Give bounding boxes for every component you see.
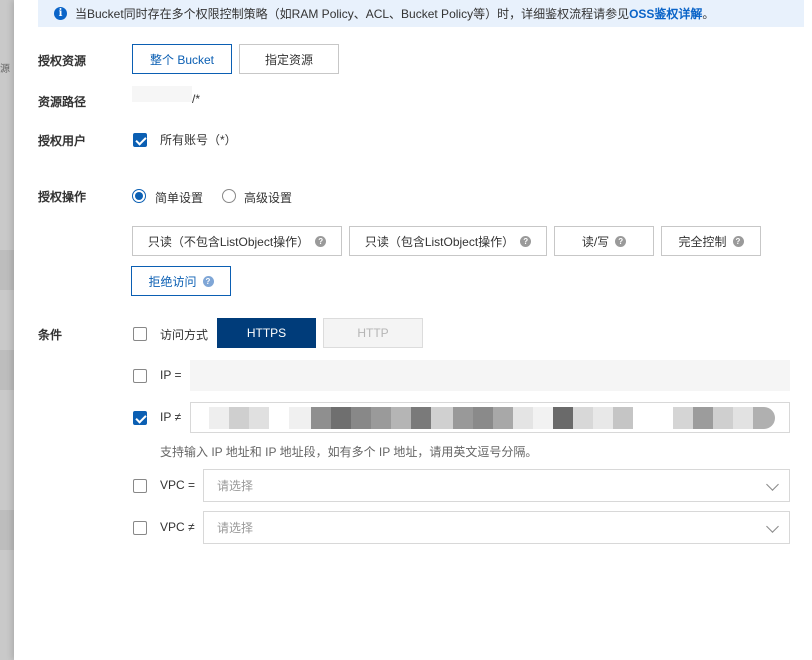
question-icon[interactable]: ? [202,275,214,287]
vpc-eq-label: VPC = [160,478,196,492]
pixelated-ip-value [289,407,311,429]
action-label: 拒绝访问 [148,274,197,289]
pixelated-ip-value [431,407,453,429]
pixelated-ip-value [513,407,533,429]
action-label: 完全控制 [678,234,727,249]
pixelated-ip-value [371,407,391,429]
pixelated-ip-value [693,407,713,429]
question-icon[interactable]: ? [732,235,744,247]
access-method-label: 访问方式 [160,328,209,342]
notice-text: 当Bucket同时存在多个权限控制策略（如RAM Policy、ACL、Buck… [75,7,630,21]
vpc-neq-placeholder: 请选择 [217,521,254,535]
pixelated-ip-value [673,407,693,429]
notice-banner: i 当Bucket同时存在多个权限控制策略（如RAM Policy、ACL、Bu… [38,0,804,27]
oss-auth-link[interactable]: OSS鉴权详解 [629,5,702,22]
action-read-write-button[interactable]: 读/写 ? [554,226,654,256]
pixelated-ip-value [473,407,493,429]
pixelated-ip-value [573,407,593,429]
resource-whole-bucket-button[interactable]: 整个 Bucket [132,44,232,74]
vpc-neq-select[interactable]: 请选择 [203,511,790,544]
pixelated-ip-value [331,407,351,429]
background-text: 源 [0,64,10,75]
background-band [0,510,14,550]
pixelated-ip-value [733,407,753,429]
vpc-eq-select[interactable]: 请选择 [203,469,790,502]
ip-neq-input[interactable] [190,402,790,433]
ip-hint-text: 支持输入 IP 地址和 IP 地址段，如有多个 IP 地址，请用英文逗号分隔。 [160,445,538,459]
advanced-mode-label: 高级设置 [244,191,293,205]
masked-bucket-name [132,86,192,102]
action-full-control-button[interactable]: 完全控制 ? [661,226,761,256]
bucket-policy-panel: i 当Bucket同时存在多个权限控制策略（如RAM Policy、ACL、Bu… [14,0,812,660]
question-icon[interactable]: ? [615,235,627,247]
conditions-label: 条件 [38,328,63,342]
action-label: 只读（不包含ListObject操作） [147,234,310,249]
pixelated-ip-value [493,407,513,429]
action-label: 读/写 [581,234,610,249]
background-page-strip: 源 [0,0,14,660]
pixelated-ip-value [249,407,269,429]
pixelated-ip-value [311,407,331,429]
pixelated-ip-value [229,407,249,429]
action-readonly-no-list-button[interactable]: 只读（不包含ListObject操作） ? [132,226,342,256]
operation-label: 授权操作 [38,190,87,204]
question-icon[interactable]: ? [520,235,532,247]
pixelated-ip-value [351,407,371,429]
simple-mode-radio[interactable] [132,189,146,203]
action-deny-button[interactable]: 拒绝访问 ? [131,266,231,296]
resource-path-label: 资源路径 [38,95,87,109]
access-method-checkbox[interactable] [133,327,147,341]
question-icon[interactable]: ? [315,235,327,247]
vpc-eq-placeholder: 请选择 [217,479,254,493]
background-band [0,350,14,390]
pixelated-ip-value [593,407,613,429]
advanced-mode-radio[interactable] [222,189,236,203]
chevron-down-icon [766,520,779,533]
vpc-eq-checkbox[interactable] [133,479,147,493]
https-button[interactable]: HTTPS [217,318,316,348]
pixelated-ip-value [713,407,733,429]
pixelated-ip-value [753,407,775,429]
ip-neq-label: IP ≠ [160,410,182,424]
all-accounts-checkbox[interactable] [133,133,147,147]
pixelated-ip-value [613,407,633,429]
user-label: 授权用户 [38,134,87,148]
vpc-neq-label: VPC ≠ [160,520,195,534]
pixelated-ip-value [553,407,573,429]
all-accounts-label: 所有账号（*） [160,133,237,147]
ip-eq-checkbox[interactable] [133,369,147,383]
simple-mode-label: 简单设置 [155,191,204,205]
http-button[interactable]: HTTP [323,318,423,348]
info-icon: i [54,7,67,20]
chevron-down-icon [766,478,779,491]
action-readonly-list-button[interactable]: 只读（包含ListObject操作） ? [349,226,547,256]
vpc-neq-checkbox[interactable] [133,521,147,535]
resource-path-value: /* [192,92,201,106]
action-label: 只读（包含ListObject操作） [364,234,515,249]
notice-suffix: 。 [702,7,715,21]
pixelated-ip-value [391,407,411,429]
background-band [0,250,14,290]
ip-eq-input[interactable] [190,360,790,391]
pixelated-ip-value [453,407,473,429]
pixelated-ip-value [209,407,229,429]
ip-neq-checkbox[interactable] [133,411,147,425]
pixelated-ip-value [533,407,553,429]
resource-label: 授权资源 [38,54,87,68]
ip-eq-label: IP = [160,368,182,382]
resource-specified-button[interactable]: 指定资源 [239,44,339,74]
pixelated-ip-value [411,407,431,429]
